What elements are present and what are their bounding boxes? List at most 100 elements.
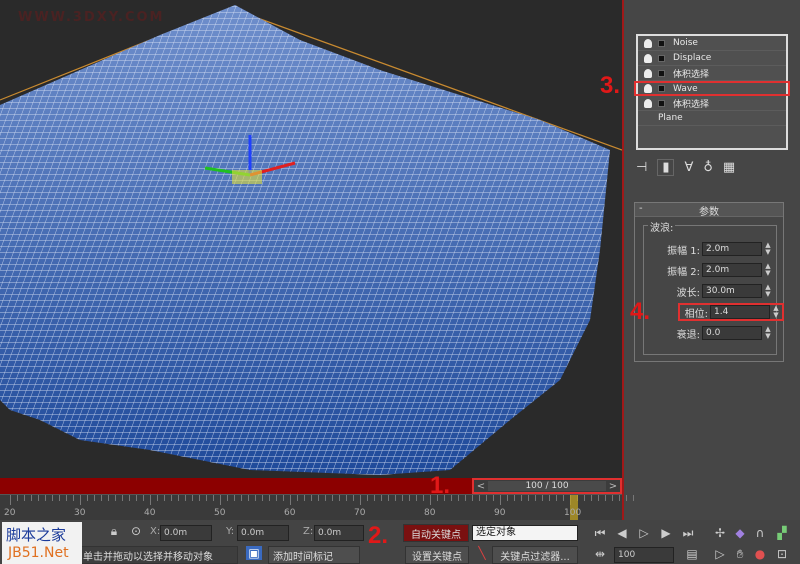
spinner-icon[interactable]: ▲ ▼ bbox=[772, 305, 780, 319]
show-end-result-icon[interactable]: ▮ bbox=[657, 158, 675, 176]
param-label: 相位: bbox=[684, 308, 708, 320]
tick-mark bbox=[360, 495, 361, 505]
configure-sets-icon[interactable]: ▦ bbox=[723, 160, 735, 175]
time-tag-icon[interactable]: ▣ bbox=[246, 546, 262, 560]
time-slider[interactable]: < 100 / 100 > bbox=[472, 478, 622, 494]
logo-line-1: 脚本之家 bbox=[2, 522, 82, 545]
tick-mark bbox=[612, 495, 613, 501]
key-selection-dropdown[interactable]: 选定对象 bbox=[472, 525, 578, 541]
rollout-title-label: 参数 bbox=[699, 207, 719, 218]
expand-icon[interactable] bbox=[658, 85, 665, 92]
walk-through-icon[interactable]: ✢ bbox=[712, 526, 728, 540]
tick-mark bbox=[486, 495, 487, 501]
viewport-perspective[interactable]: WWW.3DXY.COM bbox=[0, 0, 622, 478]
tick-mark bbox=[472, 495, 473, 501]
status-bar: 🔒︎ ⊙ X: 0.0m Y: 0.0m Z: 0.0m 2. 自动关键点 选定… bbox=[0, 520, 800, 564]
set-key-button[interactable]: 设置关键点 bbox=[405, 546, 469, 564]
lightbulb-icon[interactable] bbox=[644, 38, 652, 48]
tick-mark bbox=[514, 495, 515, 501]
modifier-wave[interactable]: Wave bbox=[634, 81, 790, 96]
tick-label: 20 bbox=[4, 508, 16, 518]
modifier-displace[interactable]: Displace bbox=[638, 51, 786, 66]
field-of-view-icon[interactable]: ▷ bbox=[712, 547, 728, 561]
key-mode-icon[interactable]: ⇹ bbox=[592, 547, 608, 561]
tick-mark bbox=[353, 495, 354, 501]
tick-label: 30 bbox=[74, 508, 86, 518]
rollout-title[interactable]: - 参数 bbox=[635, 203, 783, 218]
tick-mark bbox=[157, 495, 158, 501]
timeline-ruler[interactable]: 20 30 40 50 60 70 80 90 100 bbox=[0, 494, 634, 521]
tick-mark bbox=[521, 495, 522, 501]
tick-mark bbox=[241, 495, 242, 501]
annotation-4: 4. bbox=[630, 298, 651, 325]
spinner-icon[interactable]: ▲ ▼ bbox=[764, 242, 772, 256]
lightbulb-icon[interactable] bbox=[644, 98, 652, 108]
annotation-3: 3. bbox=[600, 72, 621, 99]
tick-label: 50 bbox=[214, 508, 226, 518]
tick-mark bbox=[395, 495, 396, 501]
zoom-region-icon[interactable]: ⊡ bbox=[774, 547, 790, 561]
pan-hand-icon[interactable]: ✋︎ bbox=[732, 547, 748, 562]
current-frame-field[interactable]: 100 bbox=[614, 547, 674, 563]
next-frame-icon[interactable]: ▶ bbox=[658, 526, 674, 540]
orbit-subobject-icon[interactable]: ● bbox=[752, 547, 768, 561]
prev-frame-button[interactable]: < bbox=[474, 481, 488, 492]
key-icon[interactable]: ╲ bbox=[474, 546, 490, 560]
lightbulb-icon[interactable] bbox=[644, 68, 652, 78]
lightbulb-icon[interactable] bbox=[644, 53, 652, 63]
amplitude-1-field[interactable]: 2.0m bbox=[702, 242, 762, 256]
maximize-viewport-icon[interactable]: ▞ bbox=[774, 526, 790, 540]
orbit-cube-icon[interactable]: ◆ bbox=[732, 526, 748, 540]
decay-field[interactable]: 0.0 bbox=[702, 326, 762, 340]
add-time-tag-button[interactable]: 添加时间标记 bbox=[268, 546, 360, 564]
expand-icon[interactable] bbox=[658, 54, 665, 62]
lightbulb-icon[interactable] bbox=[644, 84, 652, 93]
spinner-icon[interactable]: ▲ ▼ bbox=[764, 263, 772, 277]
modifier-label: Noise bbox=[673, 38, 698, 48]
expand-icon[interactable] bbox=[658, 39, 665, 47]
lock-selection-icon[interactable]: 🔒︎ bbox=[106, 524, 122, 539]
tick-mark bbox=[269, 495, 270, 501]
wavelength-field[interactable]: 30.0m bbox=[702, 284, 762, 298]
modifier-label: Wave bbox=[673, 83, 698, 94]
next-frame-button[interactable]: > bbox=[606, 481, 620, 492]
tick-mark bbox=[346, 495, 347, 501]
orbit-icon[interactable]: ∩ bbox=[752, 526, 768, 540]
tick-mark bbox=[66, 495, 67, 501]
previous-frame-icon[interactable]: ◀ bbox=[614, 526, 630, 540]
spinner-icon[interactable]: ▲ ▼ bbox=[764, 326, 772, 340]
y-label: Y: bbox=[226, 526, 235, 537]
base-object-plane[interactable]: Plane bbox=[638, 111, 786, 126]
make-unique-icon[interactable]: ∀ bbox=[684, 160, 693, 175]
y-coordinate-field[interactable]: 0.0m bbox=[237, 525, 289, 541]
pin-stack-icon[interactable]: ⊣ bbox=[636, 160, 647, 175]
time-config-icon[interactable]: ▤ bbox=[684, 547, 700, 561]
expand-icon[interactable] bbox=[658, 99, 665, 107]
play-icon[interactable]: ▷ bbox=[636, 526, 652, 540]
go-to-end-icon[interactable]: ⏭ bbox=[680, 526, 696, 541]
modifier-stack[interactable]: Noise Displace 体积选择 Wave 体积选择 Plane bbox=[634, 34, 790, 150]
spinner-icon[interactable]: ▲ ▼ bbox=[764, 284, 772, 298]
annotation-2: 2. bbox=[368, 522, 389, 549]
transform-mode-icon[interactable]: ⊙ bbox=[128, 524, 144, 538]
modifier-volume-select-2[interactable]: 体积选择 bbox=[638, 96, 786, 111]
phase-field[interactable]: 1.4 bbox=[710, 305, 770, 319]
auto-key-button[interactable]: 自动关键点 bbox=[403, 524, 469, 542]
z-coordinate-field[interactable]: 0.0m bbox=[314, 525, 364, 541]
tick-mark bbox=[164, 495, 165, 501]
tick-mark bbox=[325, 495, 326, 501]
modifier-volume-select[interactable]: 体积选择 bbox=[638, 66, 786, 81]
remove-modifier-icon[interactable]: ♁ bbox=[703, 160, 713, 175]
expand-icon[interactable] bbox=[658, 69, 665, 77]
modifier-label: 体积选择 bbox=[673, 99, 710, 110]
modifier-noise[interactable]: Noise bbox=[638, 36, 786, 51]
key-filters-button[interactable]: 关键点过滤器... bbox=[492, 546, 578, 564]
collapse-icon[interactable]: - bbox=[639, 203, 643, 214]
tick-mark bbox=[535, 495, 536, 501]
x-coordinate-field[interactable]: 0.0m bbox=[160, 525, 212, 541]
time-slider-thumb[interactable]: 100 / 100 bbox=[488, 481, 606, 491]
amplitude-2-field[interactable]: 2.0m bbox=[702, 263, 762, 277]
waves-group: 波浪: 振幅 1: 2.0m ▲ ▼ 振幅 2: 2.0m ▲ ▼ 波长: 30.0m ▲ ▼ 相… bbox=[630, 219, 784, 355]
tick-label: 70 bbox=[354, 508, 366, 518]
go-to-start-icon[interactable]: ⏮ bbox=[592, 526, 608, 541]
